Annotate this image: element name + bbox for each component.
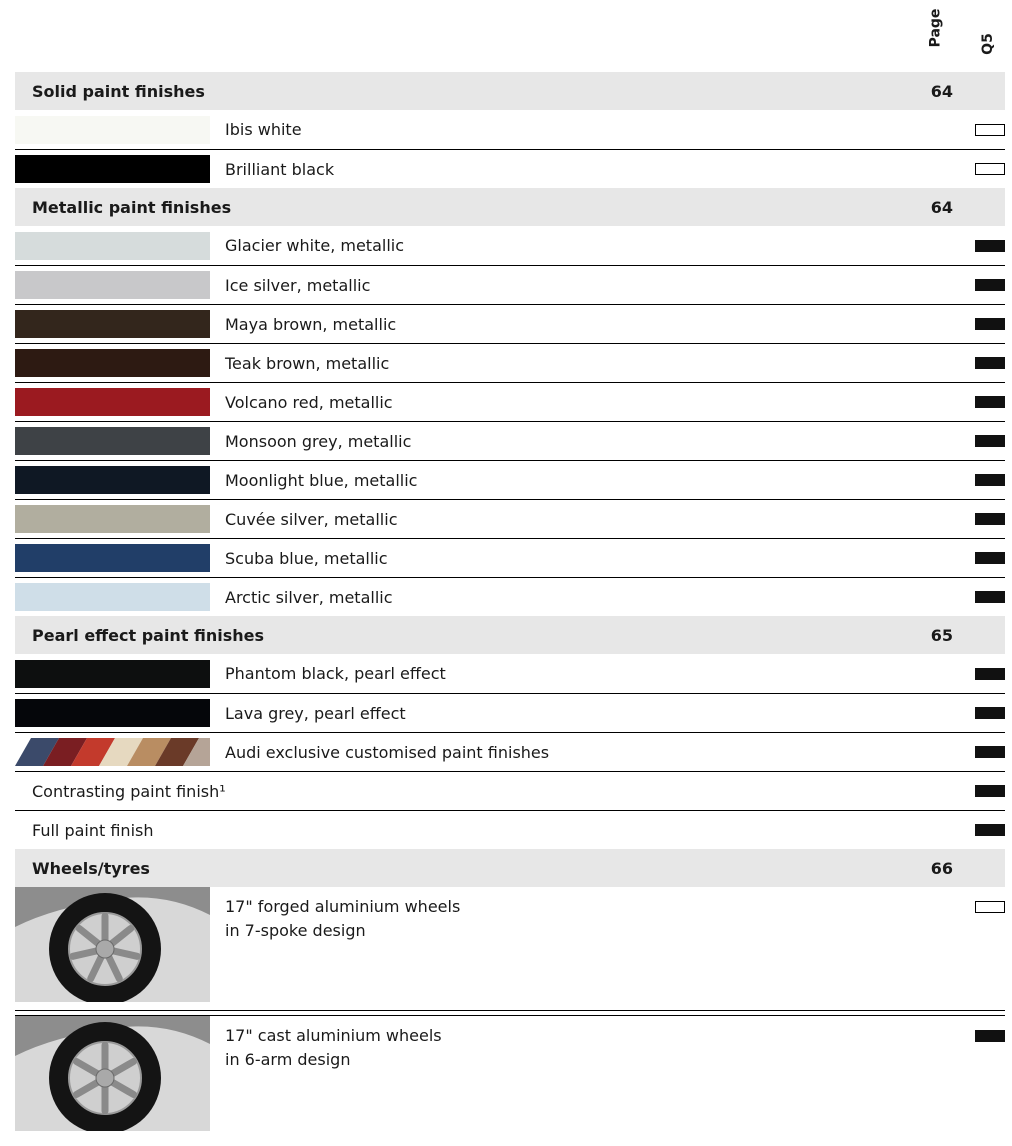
option-label: Volcano red, metallic: [225, 392, 393, 412]
section-header: Solid paint finishes 64: [15, 72, 1005, 110]
color-swatch: [15, 699, 210, 727]
option-row: Ice silver, metallic: [15, 265, 1005, 304]
wheel-label: 17" forged aluminium wheels in 7-spoke de…: [225, 895, 460, 943]
wheel-label-line2: in 7-spoke design: [225, 921, 366, 940]
row-spacer: [15, 1002, 1005, 1010]
color-swatch: [15, 659, 210, 688]
option-row: Scuba blue, metallic: [15, 538, 1005, 577]
optional-equipment-marker: [975, 785, 1005, 797]
optional-equipment-marker: [975, 318, 1005, 330]
option-label: Ice silver, metallic: [225, 275, 371, 295]
color-swatch: [15, 583, 210, 611]
color-swatch: [15, 544, 210, 572]
option-label: Moonlight blue, metallic: [225, 470, 418, 490]
wheel-image-frame: [15, 1016, 210, 1131]
section-page-number: 64: [930, 197, 953, 217]
options-table: Solid paint finishes 64 Ibis white Brillian…: [15, 72, 1005, 1131]
option-row: Maya brown, metallic: [15, 304, 1005, 343]
section-title: Pearl effect paint finishes: [32, 625, 265, 645]
option-row: Monsoon grey, metallic: [15, 421, 1005, 460]
standard-equipment-marker: [975, 163, 1005, 175]
section-page-number: 65: [930, 625, 953, 645]
optional-equipment-marker: [975, 279, 1005, 291]
option-row: Ibis white: [15, 110, 1005, 149]
wheel-option-row: 17" cast aluminium wheels in 6-arm design: [15, 1015, 1005, 1131]
section-page-number: 66: [930, 858, 953, 878]
column-header-q5: Q5: [979, 33, 996, 55]
color-swatch: [15, 115, 210, 144]
optional-equipment-marker: [975, 667, 1005, 680]
standard-equipment-marker: [975, 123, 1005, 136]
column-header-page: Page: [927, 8, 944, 48]
color-swatch: [15, 155, 210, 183]
option-label: Cuvée silver, metallic: [225, 509, 398, 529]
optional-equipment-marker: [975, 746, 1005, 758]
option-row: Lava grey, pearl effect: [15, 693, 1005, 732]
color-swatch: [15, 231, 210, 260]
optional-equipment-marker: [975, 824, 1005, 836]
option-row: Cuvée silver, metallic: [15, 499, 1005, 538]
option-row: Arctic silver, metallic: [15, 577, 1005, 616]
option-row: Moonlight blue, metallic: [15, 460, 1005, 499]
color-swatch: [15, 388, 210, 416]
option-row: Contrasting paint finish¹: [15, 771, 1005, 810]
optional-equipment-marker: [975, 239, 1005, 252]
option-row: Teak brown, metallic: [15, 343, 1005, 382]
multicolor-swatch: [15, 738, 210, 766]
optional-equipment-marker: [975, 435, 1005, 447]
section-header: Metallic paint finishes 64: [15, 188, 1005, 226]
optional-equipment-marker: [975, 552, 1005, 564]
optional-equipment-marker: [975, 1030, 1005, 1042]
option-label: Scuba blue, metallic: [225, 548, 388, 568]
option-label: Arctic silver, metallic: [225, 587, 393, 607]
color-swatch: [15, 466, 210, 494]
optional-equipment-marker: [975, 357, 1005, 369]
option-label: Audi exclusive customised paint finishes: [225, 742, 550, 762]
option-label: Lava grey, pearl effect: [225, 703, 406, 723]
color-swatch: [15, 349, 210, 377]
option-label: Maya brown, metallic: [225, 314, 397, 334]
option-label: Ibis white: [225, 120, 302, 139]
option-label: Phantom black, pearl effect: [225, 664, 446, 683]
standard-equipment-marker: [975, 901, 1005, 913]
wheel-image-frame: [15, 887, 210, 1002]
option-label: Full paint finish: [32, 820, 154, 840]
wheel-image: [15, 887, 210, 1002]
wheel-label: 17" cast aluminium wheels in 6-arm design: [225, 1024, 442, 1072]
section-header: Pearl effect paint finishes 65: [15, 616, 1005, 654]
option-row: Audi exclusive customised paint finishes: [15, 732, 1005, 771]
section-title: Metallic paint finishes: [32, 197, 232, 217]
wheel-option-row: 17" forged aluminium wheels in 7-spoke de…: [15, 887, 1005, 1002]
option-row: Glacier white, metallic: [15, 226, 1005, 265]
section-page-number: 64: [930, 81, 953, 101]
optional-equipment-marker: [975, 396, 1005, 408]
wheel-label-line1: 17" cast aluminium wheels: [225, 1026, 442, 1045]
wheel-label-line1: 17" forged aluminium wheels: [225, 897, 461, 916]
optional-equipment-marker: [975, 707, 1005, 719]
option-label: Teak brown, metallic: [225, 353, 390, 373]
option-label: Monsoon grey, metallic: [225, 431, 412, 451]
color-swatch: [15, 310, 210, 338]
optional-equipment-marker: [975, 474, 1005, 486]
section-title: Wheels/tyres: [32, 858, 150, 878]
option-row: Phantom black, pearl effect: [15, 654, 1005, 693]
option-row: Full paint finish: [15, 810, 1005, 849]
section-title: Solid paint finishes: [32, 81, 205, 101]
option-label: Glacier white, metallic: [225, 236, 404, 255]
section-header: Wheels/tyres 66: [15, 849, 1005, 887]
color-swatch: [15, 271, 210, 299]
optional-equipment-marker: [975, 513, 1005, 525]
option-label: Brilliant black: [225, 159, 335, 179]
option-row: Volcano red, metallic: [15, 382, 1005, 421]
color-swatch: [15, 505, 210, 533]
wheel-image: [15, 1016, 210, 1131]
color-swatch: [15, 427, 210, 455]
option-row: Brilliant black: [15, 149, 1005, 188]
optional-equipment-marker: [975, 591, 1005, 603]
option-label: Contrasting paint finish¹: [32, 781, 226, 801]
wheel-label-line2: in 6-arm design: [225, 1050, 351, 1069]
